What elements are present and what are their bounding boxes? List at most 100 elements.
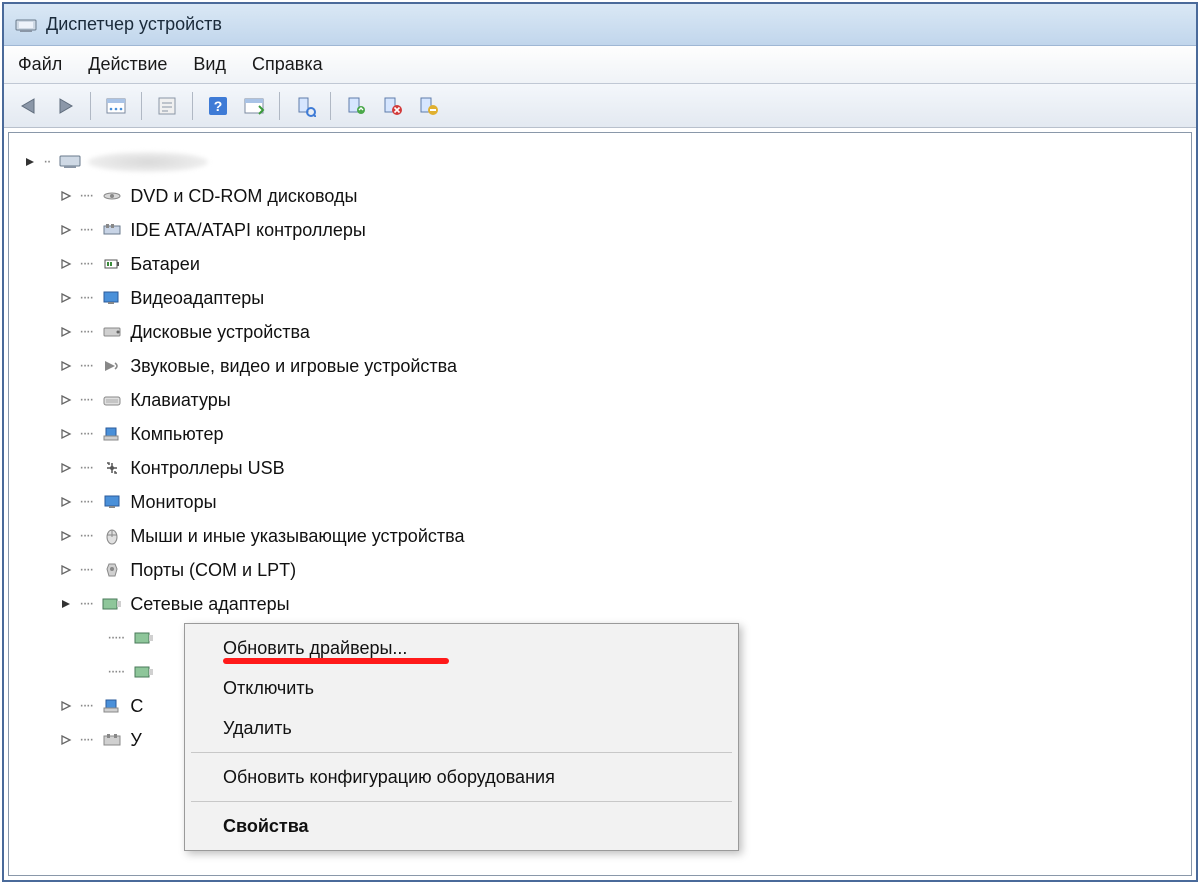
help-icon[interactable]: ? [203,91,233,121]
tree-item-label: Мыши и иные указывающие устройства [130,526,464,547]
menu-item-label: Обновить драйверы... [223,638,407,659]
expand-icon[interactable] [59,461,73,475]
tree-item[interactable]: ····DVD и CD-ROM дисководы [19,179,1181,213]
tree-item[interactable]: ···· Контроллеры USB [19,451,1181,485]
tree-item[interactable]: ···· IDE ATA/ATAPI контроллеры [19,213,1181,247]
highlight-annotation [223,658,449,664]
collapse-icon[interactable] [23,155,37,169]
update-driver-icon[interactable] [341,91,371,121]
expand-icon[interactable] [59,393,73,407]
menubar: Файл Действие Вид Справка [4,46,1196,84]
disable-icon[interactable] [413,91,443,121]
tree-connector: ···· [79,221,92,239]
menu-file[interactable]: Файл [18,54,62,75]
tree-connector: ····· [107,663,124,681]
tree-connector: ···· [79,731,92,749]
tree-connector: ···· [79,323,92,341]
window-title: Диспетчер устройств [46,14,222,35]
tree-item[interactable]: ···· Клавиатуры [19,383,1181,417]
menu-properties[interactable]: Свойства [187,806,736,846]
category-icon [100,219,124,241]
tree-connector: ···· [79,289,92,307]
tree-item[interactable]: ···· Порты (COM и LPT) [19,553,1181,587]
tree-connector: ···· [79,391,92,409]
toolbar-separator [141,92,142,120]
tree-item-label: Компьютер [130,424,223,445]
tree-connector: ···· [79,527,92,545]
expand-icon[interactable] [59,495,73,509]
tree-item-label: Мониторы [130,492,216,513]
toolbar-separator [192,92,193,120]
tree-item-label: Дисковые устройства [130,322,310,343]
tree-connector: ····· [107,629,124,647]
forward-button[interactable] [50,91,80,121]
expand-icon[interactable] [59,223,73,237]
menu-rescan-hardware[interactable]: Обновить конфигурацию оборудования [187,757,736,797]
menu-item-label: Отключить [223,678,314,699]
app-icon [14,16,38,34]
tree-connector: ···· [79,697,92,715]
tree-item[interactable]: ····Звуковые, видео и игровые устройства [19,349,1181,383]
tree-item-label: Порты (COM и LPT) [130,560,296,581]
tree-connector: ···· [79,459,92,477]
tree-item[interactable]: ···· Компьютер [19,417,1181,451]
scan-icon[interactable] [239,91,269,121]
tree-item[interactable]: ····Сетевые адаптеры [19,587,1181,621]
toolbar-separator [90,92,91,120]
back-button[interactable] [14,91,44,121]
expand-icon[interactable] [59,257,73,271]
expand-icon[interactable] [59,427,73,441]
category-icon [100,389,124,411]
menu-update-drivers[interactable]: Обновить драйверы... [187,628,736,668]
device-manager-window: Диспетчер устройств Файл Действие Вид Сп… [2,2,1198,882]
category-icon [100,729,124,751]
toolbar-separator [279,92,280,120]
tree-connector: ···· [79,425,92,443]
tree-root[interactable]: ·· [19,145,1181,179]
category-icon [100,253,124,275]
menu-delete[interactable]: Удалить [187,708,736,748]
expand-icon[interactable] [59,325,73,339]
menu-separator [191,801,732,802]
tree-item-label: Видеоадаптеры [130,288,264,309]
expand-icon[interactable] [59,699,73,713]
tree-item[interactable]: ···· Дисковые устройства [19,315,1181,349]
menu-action[interactable]: Действие [88,54,167,75]
expand-icon[interactable] [59,563,73,577]
category-icon [100,185,124,207]
menu-help[interactable]: Справка [252,54,323,75]
tree-connector: ···· [79,493,92,511]
category-icon [100,321,124,343]
category-icon [100,423,124,445]
category-icon [100,355,124,377]
tree-item[interactable]: ···· Мониторы [19,485,1181,519]
network-card-icon [132,661,156,683]
svg-text:?: ? [214,98,223,114]
tree-item[interactable]: ···· Мыши и иные указывающие устройства [19,519,1181,553]
expand-icon[interactable] [59,291,73,305]
tree-connector: ···· [79,561,92,579]
tree-item-label: С [130,696,143,717]
tree-item-label: Звуковые, видео и игровые устройства [130,356,457,377]
tree-item[interactable]: ····Батареи [19,247,1181,281]
toolbar-separator [330,92,331,120]
tree-item-label: IDE ATA/ATAPI контроллеры [130,220,366,241]
properties-icon[interactable] [152,91,182,121]
network-card-icon [132,627,156,649]
expand-icon[interactable] [59,359,73,373]
menu-view[interactable]: Вид [193,54,226,75]
expand-icon[interactable] [59,597,73,611]
uninstall-icon[interactable] [377,91,407,121]
tree-item-label: Контроллеры USB [130,458,284,479]
scan-hardware-icon[interactable] [290,91,320,121]
tree-item[interactable]: ···· Видеоадаптеры [19,281,1181,315]
show-hidden-icon[interactable] [101,91,131,121]
tree-item-label: Клавиатуры [130,390,230,411]
expand-icon[interactable] [59,189,73,203]
expand-icon[interactable] [59,733,73,747]
expand-icon[interactable] [59,529,73,543]
root-label-blurred [88,152,208,172]
tree-connector: ···· [79,595,92,613]
category-icon [100,525,124,547]
menu-disable[interactable]: Отключить [187,668,736,708]
